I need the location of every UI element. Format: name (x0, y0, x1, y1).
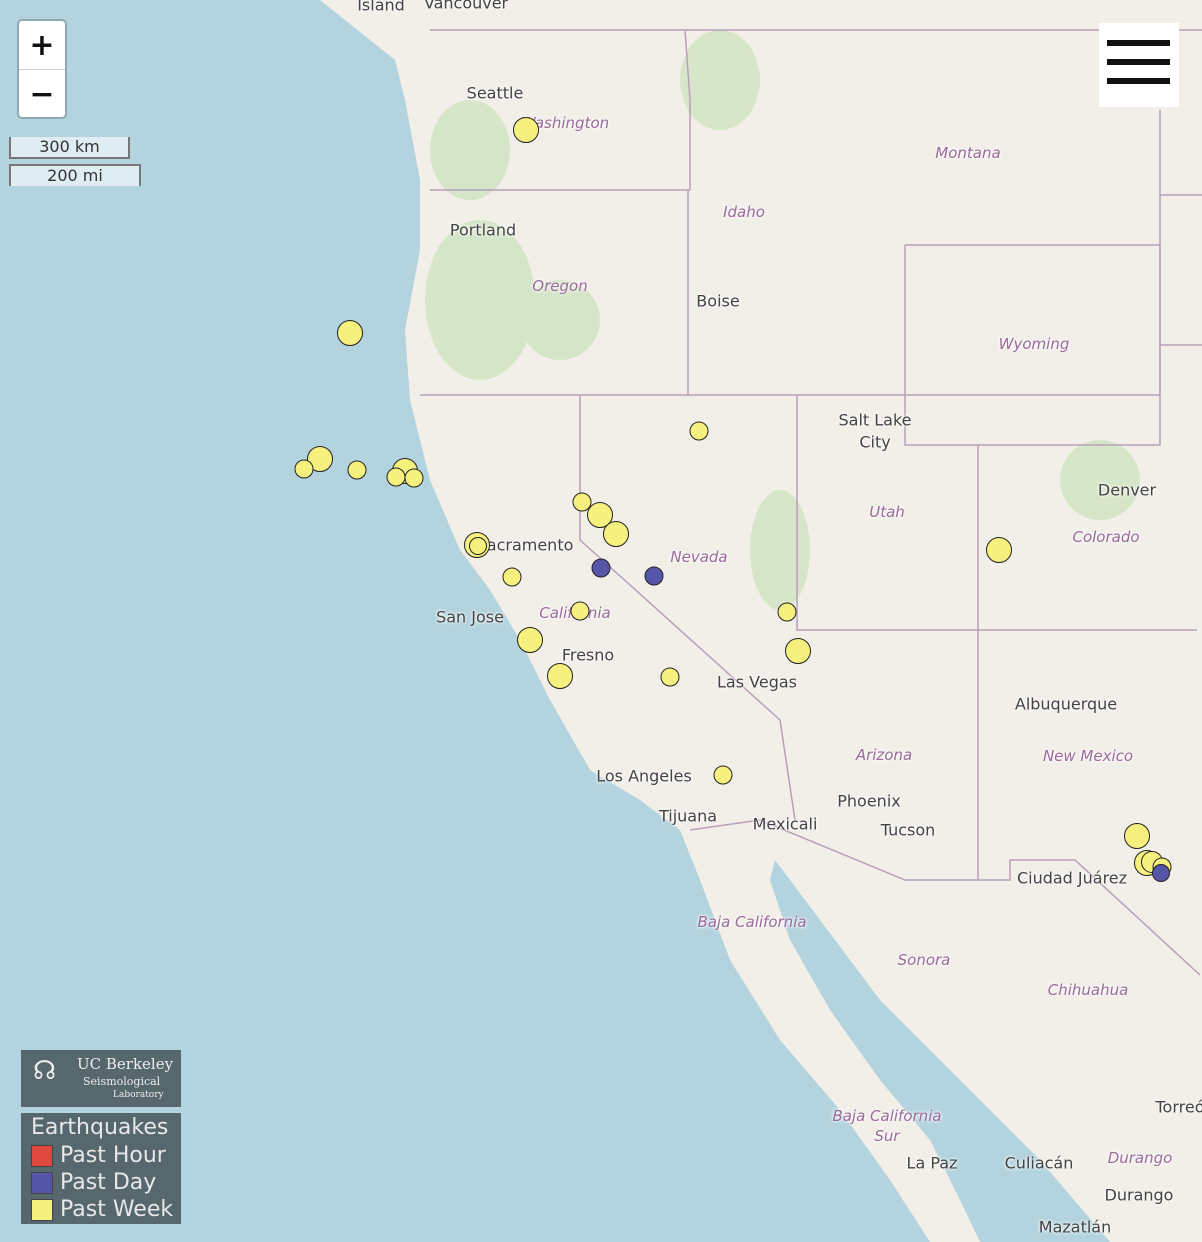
legend-title: Earthquakes (31, 1115, 169, 1140)
scale-mi: 200 mi (9, 164, 141, 186)
city-label: Culiacán (1004, 1153, 1074, 1173)
scale-km: 300 km (9, 137, 130, 159)
city-label: Mazatlán (1038, 1217, 1112, 1237)
earthquake-marker-day[interactable] (1152, 864, 1170, 882)
hamburger-line (1107, 59, 1170, 65)
earthquake-marker-week[interactable] (603, 521, 629, 547)
earthquake-marker-week[interactable] (404, 468, 424, 488)
city-label: Las Vegas (717, 672, 797, 692)
city-label: San Jose (436, 607, 504, 627)
earthquake-marker-week[interactable] (785, 638, 811, 664)
seismograph-icon: ☊ (33, 1056, 57, 1086)
city-label: Ciudad Juárez (1016, 868, 1128, 888)
earthquake-marker-day[interactable] (644, 566, 664, 586)
swatch (31, 1144, 53, 1167)
legend: Earthquakes Past Hour Past Day Past Week (21, 1113, 181, 1224)
earthquake-marker-week[interactable] (777, 602, 797, 622)
zoom-in-button[interactable]: + (19, 21, 65, 70)
zoom-control: + − (17, 19, 67, 119)
city-label: Fresno (561, 645, 615, 665)
region-label: Idaho (723, 203, 765, 221)
hamburger-icon (1107, 40, 1170, 46)
legend-item-past-hour: Past Hour (31, 1142, 181, 1169)
city-label: City (859, 432, 891, 452)
earthquake-marker-week[interactable] (347, 460, 367, 480)
earthquake-marker-week[interactable] (517, 627, 543, 653)
city-label: Los Angeles (596, 766, 692, 786)
city-label: Tijuana (658, 806, 718, 826)
region-label: Durango (1107, 1149, 1173, 1167)
city-label: Mexicali (752, 814, 818, 834)
region-label: New Mexico (1042, 747, 1134, 765)
region-label: Oregon (532, 277, 588, 295)
earthquake-marker-week[interactable] (570, 601, 590, 621)
city-label: Albuquerque (1014, 694, 1118, 714)
city-label: Vancouver (423, 0, 509, 13)
earthquake-marker-week[interactable] (1124, 823, 1150, 849)
logo-line1: UC Berkeley (77, 1055, 174, 1073)
earthquake-marker-week[interactable] (337, 320, 363, 346)
swatch (31, 1198, 53, 1221)
city-label: Sacramento (476, 535, 574, 555)
legend-item-past-day: Past Day (31, 1169, 181, 1196)
city-label: Torreó (1155, 1097, 1202, 1117)
city-label: Salt Lake (838, 410, 912, 430)
logo-line2: Seismological (83, 1075, 161, 1088)
swatch (31, 1171, 53, 1194)
earthquake-marker-week[interactable] (660, 667, 680, 687)
region-label: Colorado (1072, 528, 1140, 546)
earthquake-marker-week[interactable] (547, 663, 573, 689)
earthquake-marker-week[interactable] (502, 567, 522, 587)
legend-label: Past Hour (60, 1143, 166, 1168)
region-label: Nevada (670, 548, 728, 566)
earthquake-marker-week[interactable] (469, 537, 487, 555)
region-label: Arizona (855, 746, 913, 764)
region-label: Wyoming (998, 335, 1070, 353)
region-label: Baja California (832, 1107, 942, 1125)
legend-label: Past Day (60, 1170, 157, 1195)
earthquake-marker-week[interactable] (294, 459, 314, 479)
zoom-out-button[interactable]: − (19, 70, 65, 118)
region-label: Utah (869, 503, 905, 521)
city-label: Denver (1097, 480, 1157, 500)
region-label: Baja California (697, 913, 807, 931)
city-label: Durango (1104, 1185, 1174, 1205)
region-label: Sur (874, 1127, 900, 1145)
berkeley-seismo-logo: ☊ UC Berkeley Seismological Laboratory (21, 1050, 181, 1107)
logo-line3: Laboratory (113, 1090, 164, 1100)
city-label: Tucson (880, 820, 936, 840)
menu-button[interactable] (1099, 23, 1179, 107)
city-label: Boise (696, 291, 740, 311)
city-label: Island (357, 0, 405, 15)
earthquake-marker-day[interactable] (591, 558, 611, 578)
region-label: Montana (935, 144, 1001, 162)
legend-item-past-week: Past Week (31, 1196, 181, 1223)
hamburger-line (1107, 78, 1170, 84)
city-label: La Paz (906, 1153, 958, 1173)
earthquake-marker-week[interactable] (689, 421, 709, 441)
city-label: Phoenix (837, 791, 901, 811)
earthquake-marker-week[interactable] (713, 765, 733, 785)
region-label: Sonora (897, 951, 951, 969)
earthquake-marker-week[interactable] (986, 537, 1012, 563)
city-label: Seattle (466, 83, 524, 103)
earthquake-marker-week[interactable] (386, 467, 406, 487)
earthquake-marker-week[interactable] (513, 117, 539, 143)
legend-label: Past Week (60, 1197, 174, 1222)
region-label: Chihuahua (1047, 981, 1129, 999)
city-label: Portland (449, 220, 517, 240)
